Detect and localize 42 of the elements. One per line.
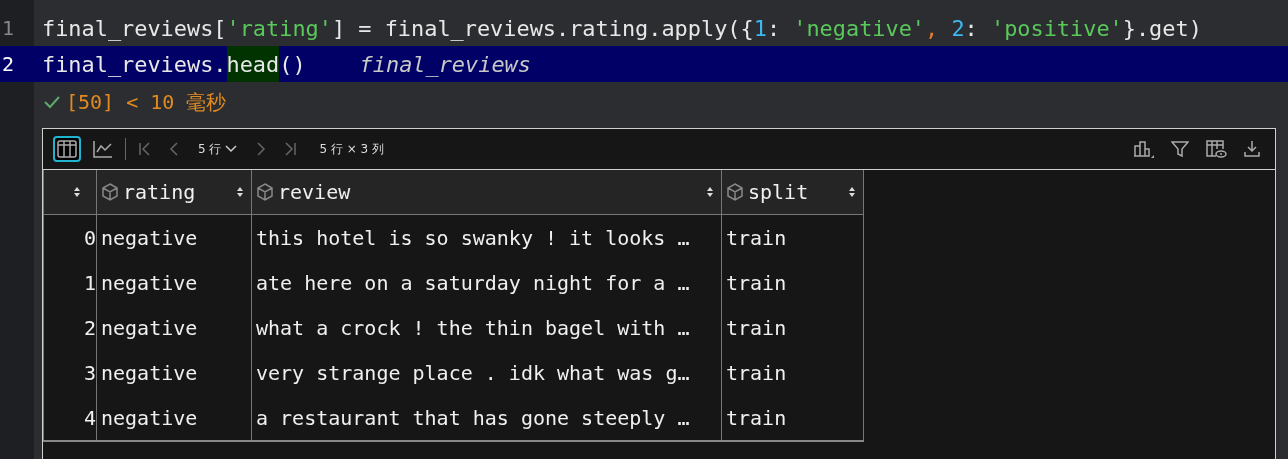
cube-icon <box>101 183 119 201</box>
table-cell: very strange place . idk what was g… <box>251 350 722 395</box>
sort-icon[interactable] <box>847 185 857 199</box>
sort-icon[interactable] <box>235 185 245 199</box>
table-cell: what a crock ! the thin bagel with … <box>251 305 722 350</box>
line-chart-icon <box>93 140 113 158</box>
table-cell: train <box>721 350 864 395</box>
column-header[interactable]: rating <box>96 170 252 215</box>
table-cell: a restaurant that has gone steeply … <box>251 395 722 441</box>
index-header[interactable] <box>43 170 97 215</box>
table-icon <box>57 140 77 158</box>
table-cell: train <box>721 214 864 260</box>
table-cell: negative <box>96 305 252 350</box>
table-cell: this hotel is so swanky ! it looks … <box>251 214 722 260</box>
sort-icon[interactable] <box>72 185 82 199</box>
row-index: 1 <box>43 260 97 305</box>
row-index: 4 <box>43 395 97 441</box>
column-header[interactable]: split <box>721 170 864 215</box>
table-cell: train <box>721 305 864 350</box>
cube-icon <box>726 183 744 201</box>
column-header[interactable]: review <box>251 170 722 215</box>
table-cell: train <box>721 260 864 305</box>
sort-icon[interactable] <box>705 185 715 199</box>
table-cell: negative <box>96 260 252 305</box>
row-index: 0 <box>43 214 97 260</box>
check-icon <box>44 95 60 109</box>
table-cell: train <box>721 395 864 441</box>
table-cell: ate here on a saturday night for a … <box>251 260 722 305</box>
line-number: 2 <box>0 46 34 82</box>
code-line: final_reviews['rating'] = final_reviews.rating.apply({1: 'negative', 2: 'positive'}.get) <box>41 14 1203 43</box>
table-cell: negative <box>96 395 252 441</box>
cube-icon <box>256 183 274 201</box>
execution-time: [50] < 10 毫秒 <box>66 88 227 116</box>
row-index: 3 <box>43 350 97 395</box>
table-dimensions: 5 行 × 3 列 <box>319 140 385 158</box>
row-index: 2 <box>43 305 97 350</box>
table-cell: negative <box>96 214 252 260</box>
chevron-down-icon <box>225 145 238 153</box>
row-count-dropdown[interactable]: 5 行 <box>192 140 244 158</box>
view-button[interactable] <box>53 136 81 162</box>
table-cell: negative <box>96 350 252 395</box>
line-number: 1 <box>1 15 16 42</box>
